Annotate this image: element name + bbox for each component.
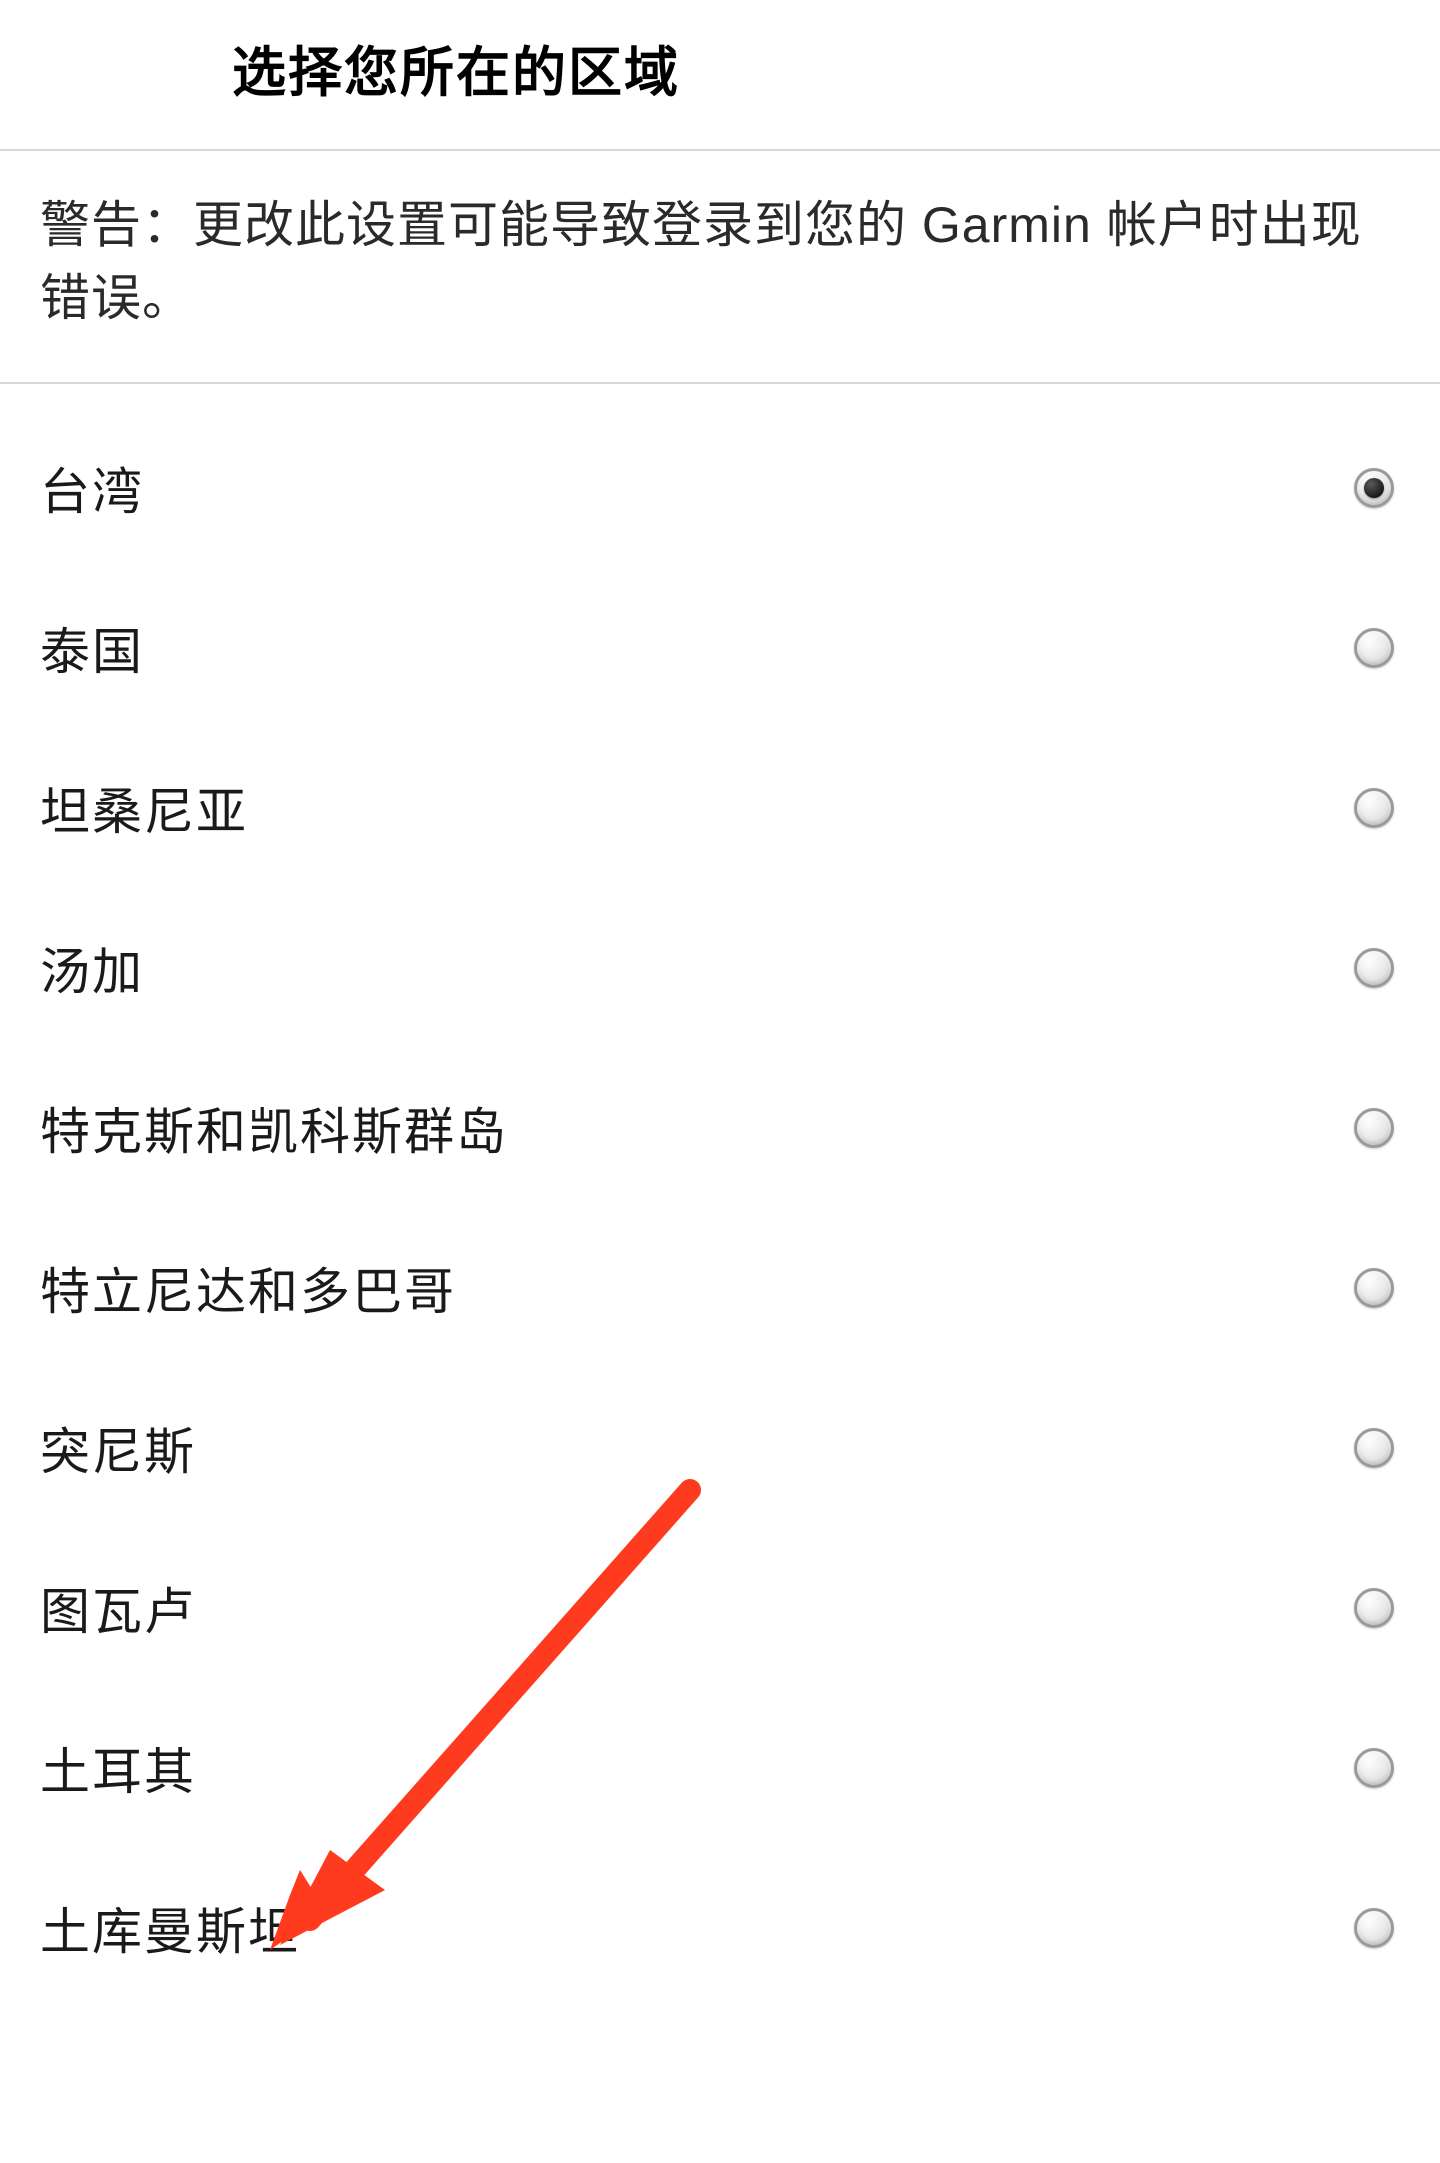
region-label: 土耳其 [40,1732,196,1804]
radio-icon [1354,468,1394,508]
region-item-taiwan[interactable]: 台湾 [0,408,1440,568]
radio-icon [1354,788,1394,828]
region-item-tonga[interactable]: 汤加 [0,888,1440,1048]
region-item-turks-and-caicos[interactable]: 特克斯和凯科斯群岛 [0,1048,1440,1208]
radio-icon [1354,1428,1394,1468]
region-item-tuvalu[interactable]: 图瓦卢 [0,1528,1440,1688]
warning-text: 警告：更改此设置可能导致登录到您的 Garmin 帐户时出现错误。 [40,189,1400,334]
region-item-tunisia[interactable]: 突尼斯 [0,1368,1440,1528]
region-label: 图瓦卢 [40,1572,196,1644]
region-item-turkmenistan[interactable]: 土库曼斯坦 [0,1848,1440,2008]
region-item-trinidad-and-tobago[interactable]: 特立尼达和多巴哥 [0,1208,1440,1368]
region-label: 汤加 [40,932,144,1004]
region-item-thailand[interactable]: 泰国 [0,568,1440,728]
radio-icon [1354,1588,1394,1628]
region-label: 泰国 [40,612,144,684]
region-list: 台湾 泰国 坦桑尼亚 汤加 特克斯和凯科斯群岛 特立尼达和多巴哥 突尼斯 图瓦卢… [0,384,1440,2008]
region-label: 土库曼斯坦 [40,1892,300,1964]
region-label: 台湾 [40,452,144,524]
region-item-tanzania[interactable]: 坦桑尼亚 [0,728,1440,888]
radio-icon [1354,1268,1394,1308]
region-item-turkey[interactable]: 土耳其 [0,1688,1440,1848]
radio-icon [1354,1108,1394,1148]
region-label: 特克斯和凯科斯群岛 [40,1092,508,1164]
warning-section: 警告：更改此设置可能导致登录到您的 Garmin 帐户时出现错误。 [0,151,1440,384]
region-label: 突尼斯 [40,1412,196,1484]
radio-icon [1354,628,1394,668]
region-label: 特立尼达和多巴哥 [40,1252,456,1324]
page-header: 选择您所在的区域 [0,0,1440,151]
radio-icon [1354,1748,1394,1788]
region-label: 坦桑尼亚 [40,772,248,844]
radio-icon [1354,948,1394,988]
page-title: 选择您所在的区域 [232,28,1400,107]
radio-icon [1354,1908,1394,1948]
